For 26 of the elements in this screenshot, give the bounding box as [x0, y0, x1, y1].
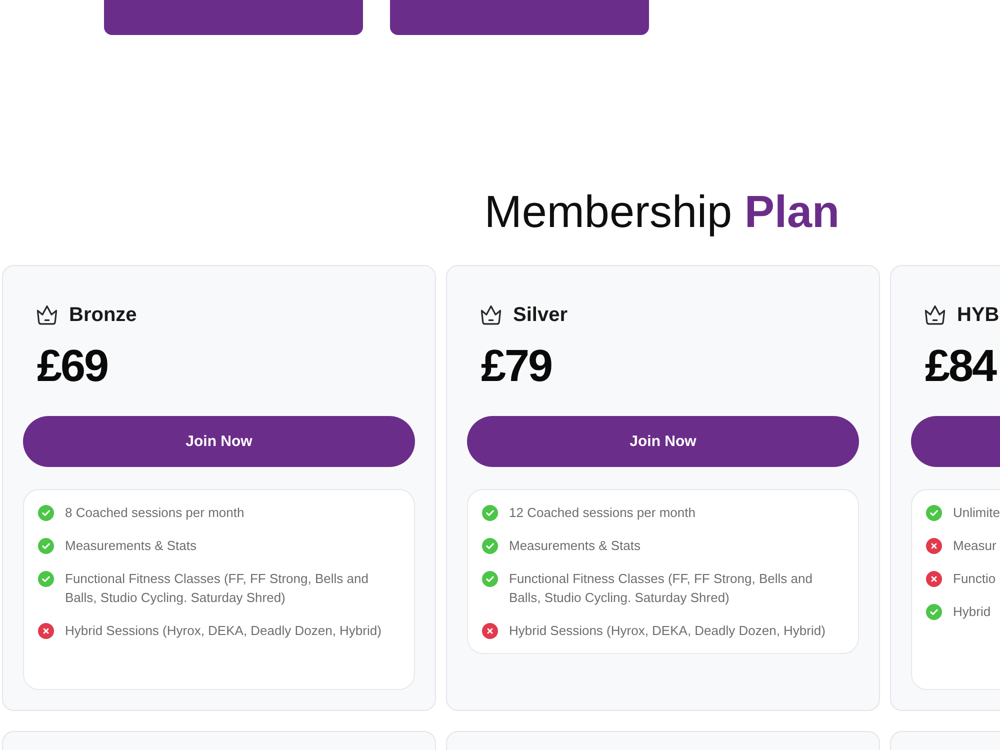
- crown-icon: [481, 305, 501, 325]
- feature-text: Measurements & Stats: [509, 537, 640, 555]
- action-button[interactable]: [390, 0, 649, 35]
- feature-text: Hybrid Sessions (Hyrox, DEKA, Deadly Dozen, Hybrid): [65, 622, 382, 640]
- plan-name: HYB: [957, 303, 1000, 327]
- feature-text: Measurements & Stats: [65, 537, 196, 555]
- feature-text: Hybrid: [953, 603, 991, 621]
- section-title: Membership Plan: [484, 185, 840, 239]
- feature-text: Unlimite: [953, 504, 1000, 522]
- plan-price: £69: [37, 339, 108, 392]
- action-button[interactable]: [104, 0, 363, 35]
- crown-icon: [37, 305, 57, 325]
- join-button[interactable]: Join Now: [23, 416, 415, 467]
- join-button[interactable]: Join Now: [467, 416, 859, 467]
- feature-text: 8 Coached sessions per month: [65, 504, 244, 522]
- feature-text: Measur: [953, 537, 996, 555]
- crown-icon: [925, 305, 945, 325]
- feature-text: Functional Fitness Classes (FF, FF Strong, Bells and Balls, Studio Cycling. Saturday Shred): [509, 570, 814, 607]
- feature-text: Functio: [953, 570, 996, 588]
- plan-name: Bronze: [69, 303, 137, 327]
- plan-name: Silver: [513, 303, 568, 327]
- feature-text: Hybrid Sessions (Hyrox, DEKA, Deadly Dozen, Hybrid): [509, 622, 826, 640]
- feature-text: 12 Coached sessions per month: [509, 504, 696, 522]
- plan-price: £84: [925, 339, 996, 392]
- plan-price: £79: [481, 339, 552, 392]
- feature-text: Functional Fitness Classes (FF, FF Strong, Bells and Balls, Studio Cycling. Saturday Shred): [65, 570, 370, 607]
